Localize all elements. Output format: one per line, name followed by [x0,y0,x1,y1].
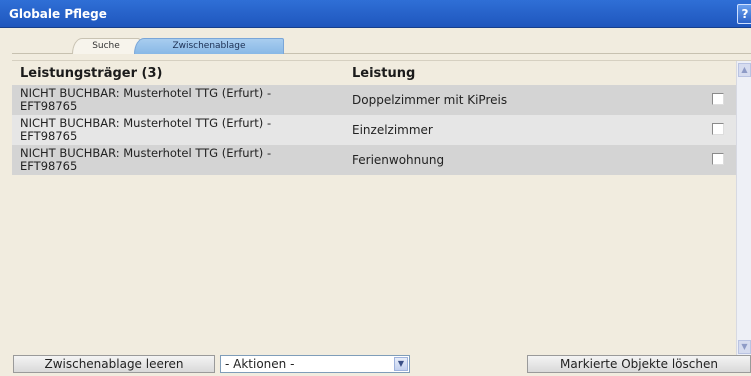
actions-selected-value: - Aktionen - [225,357,295,371]
table-header: Leistungsträger (3) Leistung [12,61,736,85]
traeger-code: EFT98765 [20,159,78,173]
window-titlebar: Globale Pflege ? [0,0,751,28]
tab-strip: Suche Zwischenablage [12,28,751,54]
traeger-code: EFT98765 [20,129,78,143]
table-row[interactable]: NICHT BUCHBAR: Musterhotel TTG (Erfurt) … [12,145,736,175]
delete-marked-button[interactable]: Markierte Objekte löschen [527,355,751,373]
help-button[interactable]: ? [737,4,751,24]
chevron-down-icon[interactable]: ▼ [394,357,408,371]
help-icon: ? [741,7,749,21]
row-select-checkbox[interactable] [712,123,724,135]
leistung-cell: Einzelzimmer [352,123,433,137]
window-title: Globale Pflege [9,7,107,21]
clipboard-panel: Leistungsträger (3) Leistung NICHT BUCHB… [12,60,751,356]
table-row[interactable]: NICHT BUCHBAR: Musterhotel TTG (Erfurt) … [12,85,736,115]
tab-suche[interactable]: Suche [72,38,140,54]
row-select-checkbox[interactable] [712,93,724,105]
vertical-scrollbar[interactable]: ▲ ▼ [736,61,751,356]
leistungstraeger-cell: NICHT BUCHBAR: Musterhotel TTG (Erfurt) … [20,87,340,113]
leistung-cell: Doppelzimmer mit KiPreis [352,93,508,107]
row-select-checkbox[interactable] [712,153,724,165]
leistungstraeger-cell: NICHT BUCHBAR: Musterhotel TTG (Erfurt) … [20,147,340,173]
actions-dropdown[interactable]: - Aktionen - ▼ [220,355,410,373]
scroll-up-icon[interactable]: ▲ [738,63,751,77]
column-header-leistungstraeger[interactable]: Leistungsträger (3) [20,66,162,81]
traeger-code: EFT98765 [20,99,78,113]
column-header-leistung[interactable]: Leistung [352,66,415,81]
action-bar: Zwischenablage leeren - Aktionen - ▼ Mar… [0,352,751,376]
clear-clipboard-button[interactable]: Zwischenablage leeren [13,355,215,373]
leistungstraeger-cell: NICHT BUCHBAR: Musterhotel TTG (Erfurt) … [20,117,340,143]
table-row[interactable]: NICHT BUCHBAR: Musterhotel TTG (Erfurt) … [12,115,736,145]
tab-zwischenablage[interactable]: Zwischenablage [134,38,284,54]
leistung-cell: Ferienwohnung [352,153,445,167]
